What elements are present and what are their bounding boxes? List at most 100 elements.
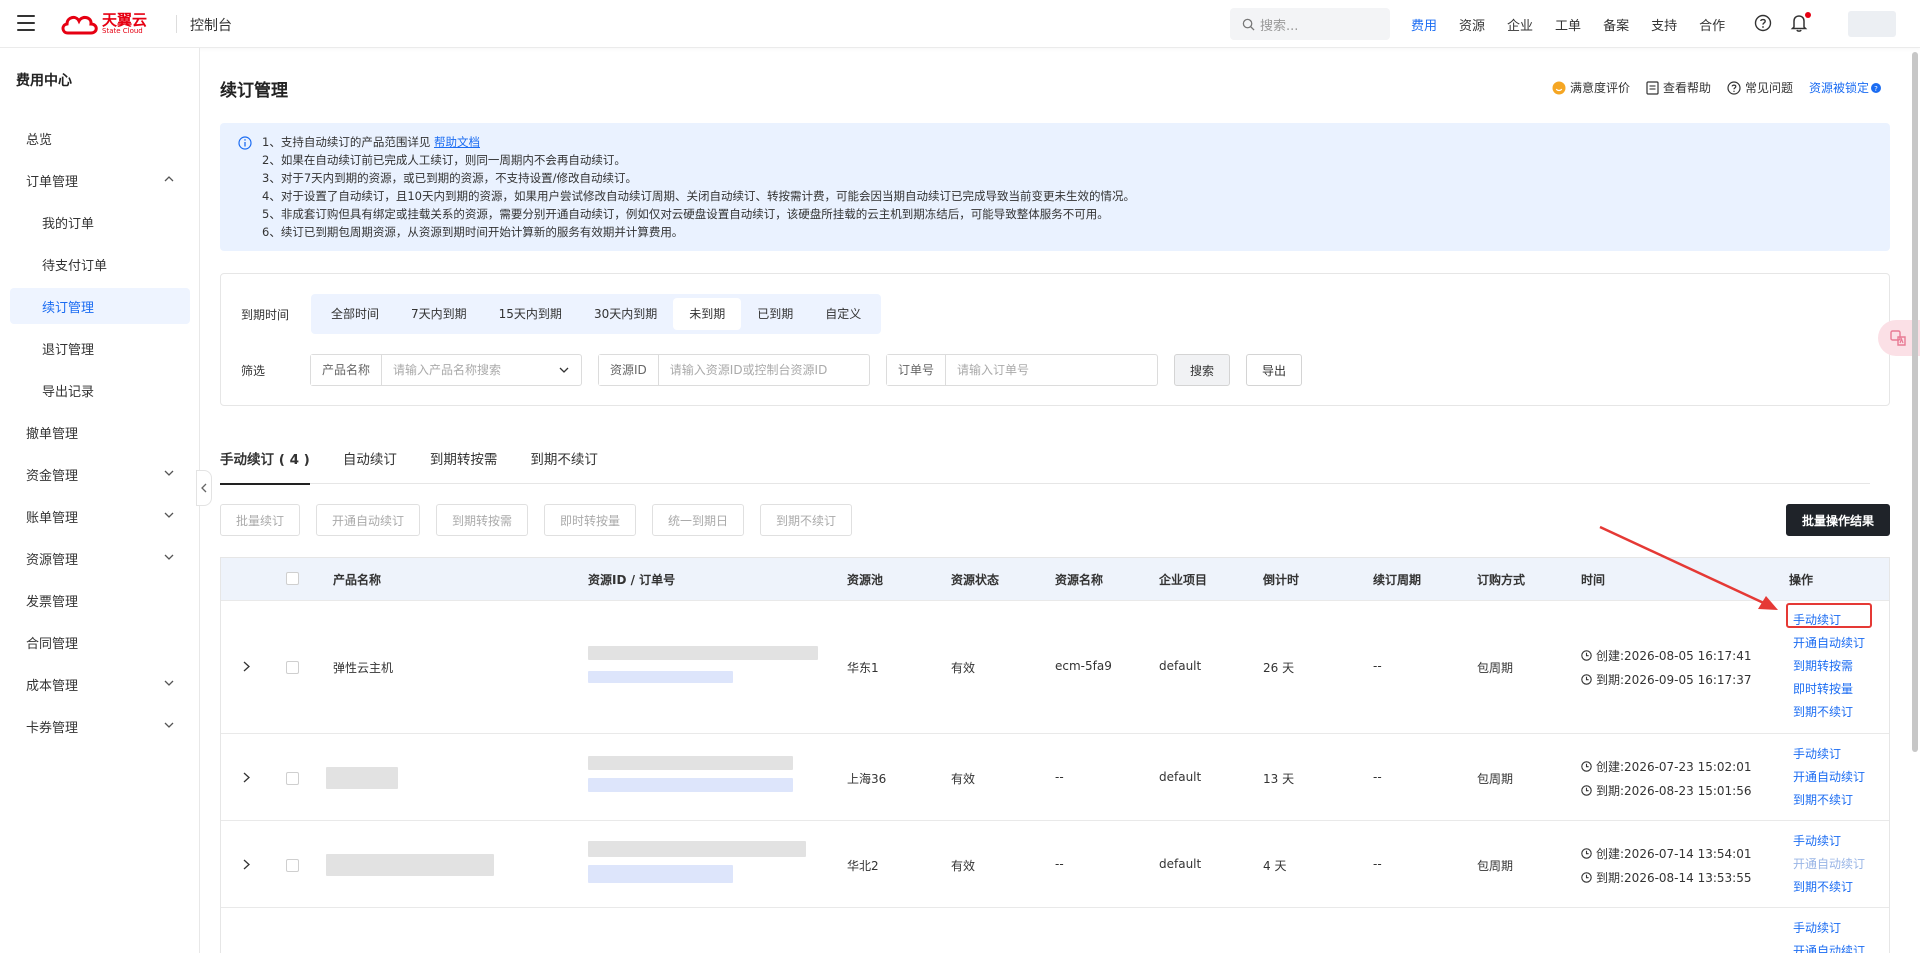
select-all-checkbox[interactable] — [286, 572, 299, 585]
help-link[interactable]: 查看帮助 — [1646, 79, 1711, 96]
menu-icon[interactable] — [17, 15, 35, 31]
tab-auto-renewal[interactable]: 自动续订 — [343, 446, 397, 484]
expire-option-15d[interactable]: 15天内到期 — [483, 298, 578, 330]
chevron-down-icon — [164, 680, 174, 686]
manual-renew-link[interactable]: 手动续订 — [1793, 611, 1841, 628]
nav-ticket[interactable]: 工单 — [1555, 15, 1581, 34]
manual-renew-link[interactable]: 手动续订 — [1793, 919, 1841, 936]
instant-to-pay-as-you-go-button[interactable]: 即时转按量 — [544, 504, 636, 536]
chevron-down-icon — [559, 367, 569, 373]
product-name-input[interactable] — [382, 355, 559, 385]
enable-auto-renew-link[interactable]: 开通自动续订 — [1793, 634, 1865, 651]
order-id-redacted[interactable] — [588, 671, 733, 683]
to-on-demand-link[interactable]: 到期转按需 — [1793, 657, 1853, 674]
sidebar-item-resources[interactable]: 资源管理 — [10, 540, 190, 576]
nav-partner[interactable]: 合作 — [1699, 15, 1725, 34]
resource-id-input[interactable] — [658, 355, 869, 385]
sidebar-item-funds[interactable]: 资金管理 — [10, 456, 190, 492]
expire-to-on-demand-button[interactable]: 到期转按需 — [436, 504, 528, 536]
resource-id-field[interactable]: 资源ID — [598, 354, 870, 386]
table-row: 手动续订 开通自动续订 — [221, 907, 1889, 953]
product-name-select[interactable]: 产品名称 — [310, 354, 582, 386]
resource-locked-link[interactable]: 资源被锁定 ? — [1809, 79, 1885, 96]
manual-renew-link[interactable]: 手动续订 — [1793, 745, 1841, 762]
console-link[interactable]: 控制台 — [190, 15, 232, 35]
search-placeholder: 搜索... — [1260, 18, 1299, 34]
avatar[interactable] — [1848, 11, 1896, 37]
order-id-redacted[interactable] — [588, 778, 793, 792]
sidebar-item-renewal[interactable]: 续订管理 — [10, 288, 190, 324]
expand-icon[interactable] — [243, 661, 250, 672]
enable-auto-renew-link[interactable]: 开通自动续订 — [1793, 855, 1865, 872]
table-row: 弹性云主机 华东1 有效 ecm-5fa9 default 26 天 -- 包周… — [221, 600, 1889, 733]
purchase-mode: 包周期 — [1477, 772, 1514, 786]
faq-link[interactable]: 常见问题 — [1727, 79, 1793, 96]
expire-option-expired[interactable]: 已到期 — [741, 298, 809, 330]
expire-option-all[interactable]: 全部时间 — [315, 298, 395, 330]
table-row: 华北2 有效 -- default 4 天 -- 包周期 创建:2026-07-… — [221, 820, 1889, 907]
resource-pool: 上海36 — [847, 772, 887, 786]
expire-option-30d[interactable]: 30天内到期 — [578, 298, 673, 330]
page-scrollbar[interactable] — [1912, 52, 1918, 752]
export-button[interactable]: 导出 — [1246, 354, 1302, 386]
manual-renew-link[interactable]: 手动续订 — [1793, 832, 1841, 849]
nav-support[interactable]: 支持 — [1651, 15, 1677, 34]
enable-auto-renew-link[interactable]: 开通自动续订 — [1793, 768, 1865, 785]
page-title: 续订管理 — [220, 81, 288, 101]
order-id-redacted[interactable] — [588, 865, 733, 883]
expand-icon[interactable] — [243, 772, 250, 783]
logo[interactable]: 天翼云 State Cloud — [60, 11, 147, 37]
table-header: 产品名称 资源ID / 订单号 资源池 资源状态 资源名称 企业项目 倒计时 续… — [221, 558, 1889, 600]
row-checkbox[interactable] — [286, 859, 299, 872]
enable-auto-renew-button[interactable]: 开通自动续订 — [316, 504, 420, 536]
sidebar-item-contracts[interactable]: 合同管理 — [10, 624, 190, 660]
notice-line-2: 2、如果在自动续订前已完成人工续订，则同一周期内不会再自动续订。 — [262, 153, 626, 167]
search-button[interactable]: 搜索 — [1174, 354, 1230, 386]
expire-option-not-expired[interactable]: 未到期 — [673, 298, 742, 330]
tab-to-on-demand[interactable]: 到期转按需 — [430, 446, 498, 484]
nav-enterprise[interactable]: 企业 — [1507, 15, 1533, 34]
sidebar-item-invoices[interactable]: 发票管理 — [10, 582, 190, 618]
row-checkbox[interactable] — [286, 661, 299, 674]
search-input[interactable]: 搜索... — [1230, 8, 1390, 40]
sidebar-item-costs[interactable]: 成本管理 — [10, 666, 190, 702]
order-number-input[interactable] — [946, 355, 1157, 385]
sidebar-item-pending-orders[interactable]: 待支付订单 — [10, 246, 190, 282]
no-renew-link[interactable]: 到期不续订 — [1793, 703, 1853, 720]
row-checkbox[interactable] — [286, 772, 299, 785]
batch-renew-button[interactable]: 批量续订 — [220, 504, 300, 536]
order-number-field[interactable]: 订单号 — [886, 354, 1158, 386]
expand-icon[interactable] — [243, 859, 250, 870]
svg-text:?: ? — [1874, 85, 1878, 93]
expire-option-7d[interactable]: 7天内到期 — [395, 298, 483, 330]
expire-time-text: 到期:2026-08-14 13:53:55 — [1596, 871, 1752, 885]
help-doc-link[interactable]: 帮助文档 — [434, 135, 480, 149]
sidebar-item-orders[interactable]: 订单管理 — [10, 162, 190, 198]
satisfaction-link[interactable]: 满意度评价 — [1552, 79, 1630, 96]
faq-label: 常见问题 — [1744, 81, 1793, 95]
help-link-label: 查看帮助 — [1662, 81, 1711, 95]
no-renew-link[interactable]: 到期不续订 — [1793, 878, 1853, 895]
unify-expiry-date-button[interactable]: 统一到期日 — [652, 504, 744, 536]
sidebar-item-coupons[interactable]: 卡券管理 — [10, 708, 190, 744]
help-icon[interactable] — [1754, 14, 1772, 32]
enable-auto-renew-link[interactable]: 开通自动续订 — [1793, 942, 1865, 953]
expire-option-custom[interactable]: 自定义 — [809, 298, 877, 330]
sidebar-item-unsubscribe[interactable]: 退订管理 — [10, 330, 190, 366]
nav-fee[interactable]: 费用 — [1411, 15, 1437, 34]
sidebar-item-my-orders[interactable]: 我的订单 — [10, 204, 190, 240]
sidebar-item-cancel[interactable]: 撤单管理 — [10, 414, 190, 450]
sidebar-item-export[interactable]: 导出记录 — [10, 372, 190, 408]
nav-resource[interactable]: 资源 — [1459, 15, 1485, 34]
tab-no-renewal[interactable]: 到期不续订 — [530, 446, 598, 484]
batch-result-button[interactable]: 批量操作结果 — [1786, 504, 1890, 536]
info-icon — [238, 136, 252, 150]
nav-filing[interactable]: 备案 — [1603, 15, 1629, 34]
no-renew-on-expiry-button[interactable]: 到期不续订 — [760, 504, 852, 536]
sidebar-item-overview[interactable]: 总览 — [10, 120, 190, 156]
sidebar-item-bills[interactable]: 账单管理 — [10, 498, 190, 534]
expire-time: 到期:2026-08-14 13:53:55 — [1581, 869, 1752, 886]
no-renew-link[interactable]: 到期不续订 — [1793, 791, 1853, 808]
tab-manual-renewal[interactable]: 手动续订 ( 4 ) — [220, 446, 310, 485]
instant-pay-as-you-go-link[interactable]: 即时转按量 — [1793, 680, 1853, 697]
